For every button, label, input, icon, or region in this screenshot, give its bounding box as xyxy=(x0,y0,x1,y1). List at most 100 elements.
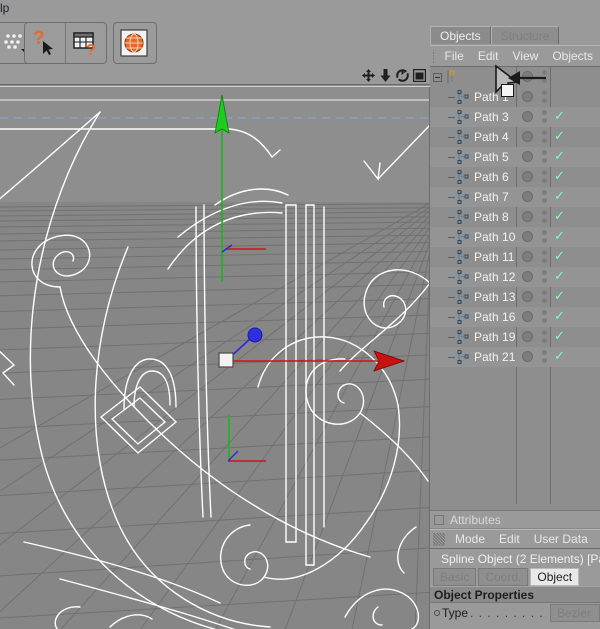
tree-row-item[interactable]: Path 21 ✓ xyxy=(430,347,600,367)
item-enabled-check-icon[interactable]: ✓ xyxy=(554,150,565,163)
toolbar-button-online-help[interactable] xyxy=(114,23,154,63)
menu-file[interactable]: File xyxy=(437,46,470,67)
item-enabled-check-icon[interactable]: ✓ xyxy=(554,270,565,283)
root-visibility-dot[interactable] xyxy=(522,71,534,83)
item-editor-dots[interactable] xyxy=(542,190,547,206)
item-visibility-dot[interactable] xyxy=(522,171,534,183)
item-enabled-check-icon[interactable]: ✓ xyxy=(554,110,565,123)
item-visibility-dot[interactable] xyxy=(522,331,534,343)
help-cursor-icon: ? xyxy=(33,28,53,55)
item-visibility-dot[interactable] xyxy=(522,211,534,223)
dolly-view-icon[interactable] xyxy=(379,69,392,87)
item-enabled-check-icon[interactable]: ✓ xyxy=(554,230,565,243)
tree-branch-line xyxy=(448,96,455,98)
property-value-type[interactable]: Bezier xyxy=(549,603,600,622)
tree-item-label: Path 13 xyxy=(474,290,516,304)
tree-children: Path 1 Path 3 ✓ Path 4 ✓ Path 5 ✓ Path 6 ✓ Path 7… xyxy=(430,87,600,367)
item-visibility-dot[interactable] xyxy=(522,351,534,363)
item-editor-dots[interactable] xyxy=(542,130,547,146)
attr-menu-mode[interactable]: Mode xyxy=(448,529,492,550)
item-enabled-check-icon[interactable]: ✓ xyxy=(554,210,565,223)
tree-row-item[interactable]: Path 13 ✓ xyxy=(430,287,600,307)
tree-row-root[interactable]: testing xyxy=(430,67,600,87)
item-visibility-dot[interactable] xyxy=(522,311,534,323)
item-enabled-check-icon[interactable]: ✓ xyxy=(554,290,565,303)
tab-structure[interactable]: Structure xyxy=(490,26,560,44)
tree-row-item[interactable]: Path 16 ✓ xyxy=(430,307,600,327)
item-visibility-dot[interactable] xyxy=(522,251,534,263)
item-enabled-check-icon[interactable]: ✓ xyxy=(554,330,565,343)
item-editor-dots[interactable] xyxy=(542,350,547,366)
item-enabled-check-icon[interactable]: ✓ xyxy=(554,350,565,363)
root-editor-dots[interactable] xyxy=(542,70,547,86)
attributes-object-row[interactable]: Spline Object (2 Elements) [Pa xyxy=(430,548,600,568)
item-editor-dots[interactable] xyxy=(542,330,547,346)
attributes-grip-icon[interactable] xyxy=(433,532,445,546)
item-editor-dots[interactable] xyxy=(542,150,547,166)
attr-menu-user-data[interactable]: User Data xyxy=(527,529,595,550)
tree-row-item[interactable]: Path 1 xyxy=(430,87,600,107)
item-visibility-dot[interactable] xyxy=(522,111,534,123)
tree-row-item[interactable]: Path 3 ✓ xyxy=(430,107,600,127)
item-enabled-check-icon[interactable]: ✓ xyxy=(554,130,565,143)
item-visibility-dot[interactable] xyxy=(522,131,534,143)
maximize-view-icon[interactable] xyxy=(412,68,427,87)
tree-row-item[interactable]: Path 19 ✓ xyxy=(430,327,600,347)
item-visibility-dot[interactable] xyxy=(522,271,534,283)
item-enabled-check-icon[interactable]: ✓ xyxy=(554,190,565,203)
item-visibility-dot[interactable] xyxy=(522,191,534,203)
tree-row-item[interactable]: Path 4 ✓ xyxy=(430,127,600,147)
pan-view-icon[interactable] xyxy=(362,69,375,87)
spline-path-icon xyxy=(457,230,469,244)
section-title: Object Properties xyxy=(434,587,535,602)
item-visibility-dot[interactable] xyxy=(522,231,534,243)
viewport-canvas[interactable] xyxy=(0,86,430,629)
item-editor-dots[interactable] xyxy=(542,110,547,126)
item-enabled-check-icon[interactable]: ✓ xyxy=(554,310,565,323)
tree-row-item[interactable]: Path 11 ✓ xyxy=(430,247,600,267)
attr-tab-coord[interactable]: Coord. xyxy=(478,568,529,586)
table-help-icon: ? xyxy=(73,32,96,58)
item-editor-dots[interactable] xyxy=(542,310,547,326)
tree-row-item[interactable]: Path 6 ✓ xyxy=(430,167,600,187)
item-editor-dots[interactable] xyxy=(542,230,547,246)
item-visibility-dot[interactable] xyxy=(522,151,534,163)
item-visibility-dot[interactable] xyxy=(522,91,534,103)
tree-row-item[interactable]: Path 7 ✓ xyxy=(430,187,600,207)
attr-tab-object[interactable]: Object xyxy=(530,568,580,586)
tree-row-item[interactable]: Path 8 ✓ xyxy=(430,207,600,227)
item-editor-dots[interactable] xyxy=(542,250,547,266)
expand-collapse-icon[interactable] xyxy=(433,72,442,82)
tree-item-label: Path 21 xyxy=(474,350,516,364)
attributes-checkbox[interactable] xyxy=(434,514,444,525)
item-enabled-check-icon[interactable]: ✓ xyxy=(554,170,565,183)
panel-grip-icon[interactable] xyxy=(433,49,435,63)
menu-objects[interactable]: Objects xyxy=(545,46,600,67)
item-editor-dots[interactable] xyxy=(542,270,547,286)
spline-path-icon xyxy=(457,250,469,264)
menu-view[interactable]: View xyxy=(506,46,546,67)
toolbar-button-table-help[interactable]: ? xyxy=(66,23,106,63)
rotate-view-icon[interactable] xyxy=(396,69,409,87)
spline-path-icon xyxy=(457,150,469,164)
tree-row-item[interactable]: Path 10 ✓ xyxy=(430,227,600,247)
menu-help-remnant[interactable]: lp xyxy=(0,1,9,15)
item-editor-dots[interactable] xyxy=(542,290,547,306)
attr-menu-edit[interactable]: Edit xyxy=(492,529,527,550)
tree-row-item[interactable]: Path 12 ✓ xyxy=(430,267,600,287)
toolbar-group-3 xyxy=(113,22,157,64)
item-editor-dots[interactable] xyxy=(542,90,547,106)
tree-branch-line xyxy=(448,356,455,358)
tree-row-item[interactable]: Path 5 ✓ xyxy=(430,147,600,167)
toolbar-button-context-help[interactable]: ? xyxy=(25,23,65,63)
attr-tab-basic[interactable]: Basic xyxy=(433,568,477,586)
tab-objects[interactable]: Objects xyxy=(430,26,491,44)
object-tree[interactable]: testing Path 1 Path 3 ✓ Path 4 ✓ Path 5 ✓ Path … xyxy=(430,66,600,504)
spline-path-icon xyxy=(457,170,469,184)
item-visibility-dot[interactable] xyxy=(522,291,534,303)
tree-item-label: Path 16 xyxy=(474,310,516,324)
item-enabled-check-icon[interactable]: ✓ xyxy=(554,250,565,263)
item-editor-dots[interactable] xyxy=(542,170,547,186)
menu-edit[interactable]: Edit xyxy=(471,46,506,67)
item-editor-dots[interactable] xyxy=(542,210,547,226)
